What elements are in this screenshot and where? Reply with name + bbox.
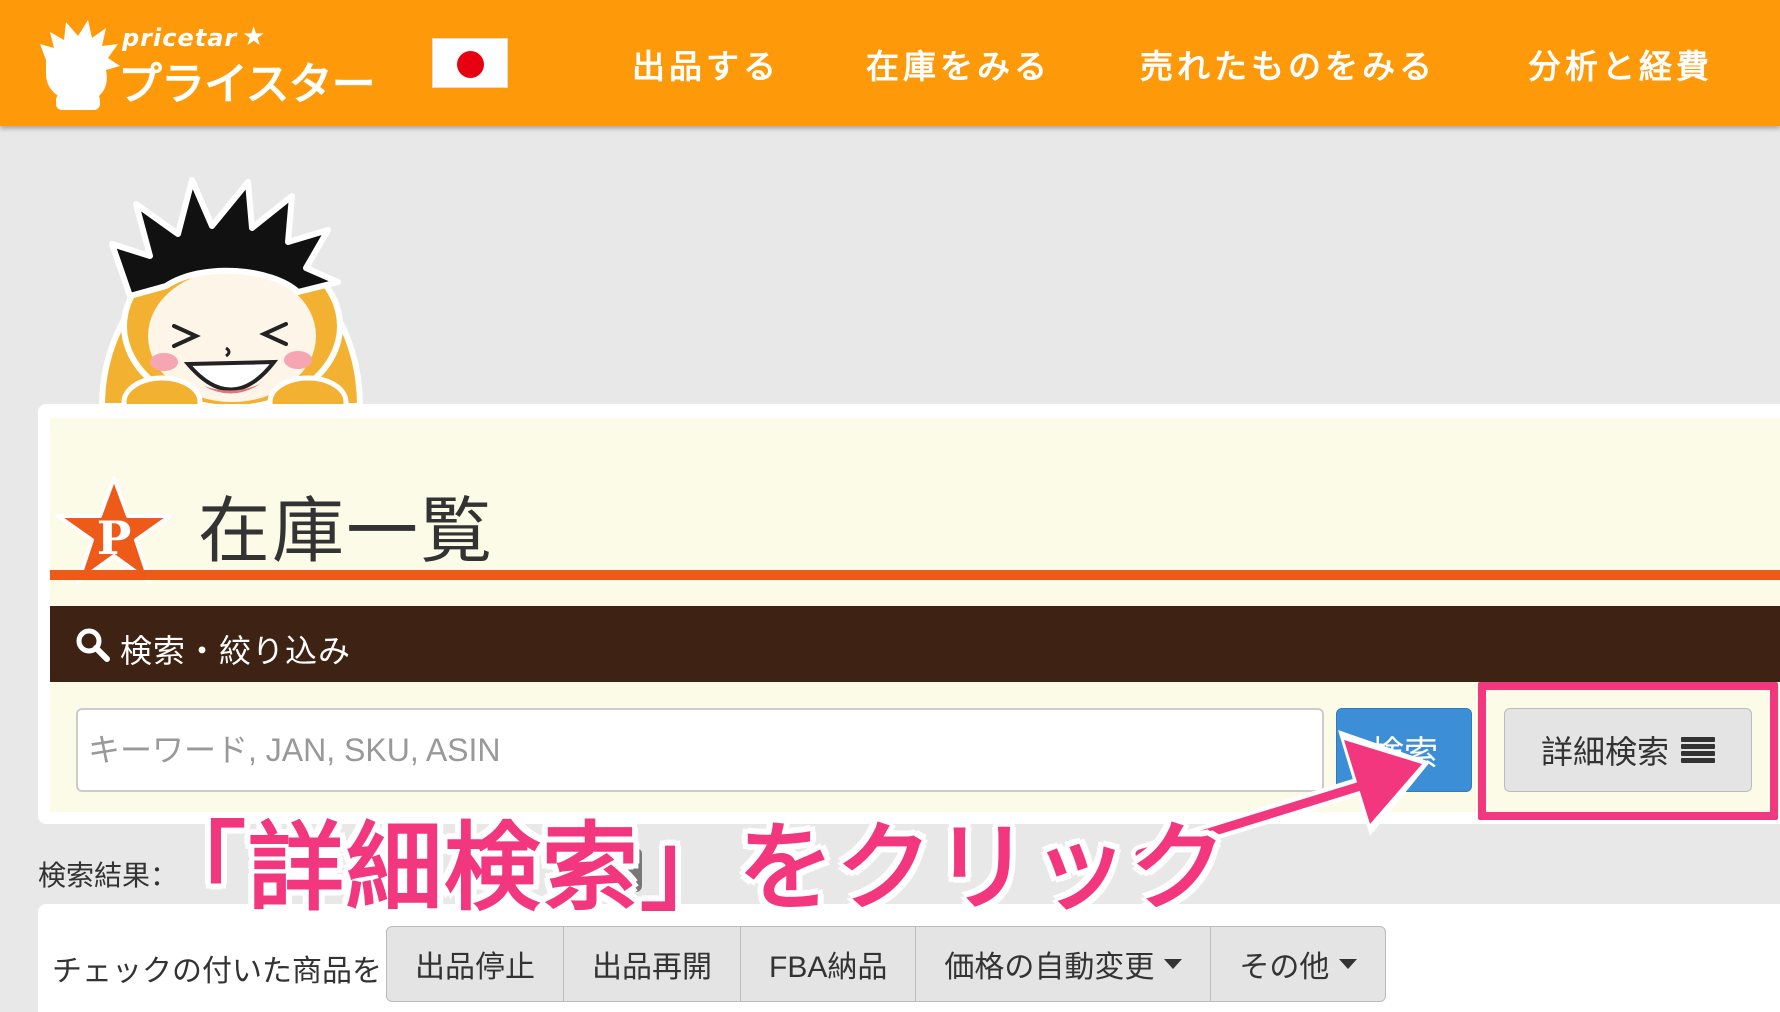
advanced-search-button[interactable]: 詳細検索 (1504, 708, 1752, 792)
other-actions-dropdown[interactable]: その他 (1211, 926, 1387, 1002)
search-filter-header[interactable]: 検索・絞り込み (50, 606, 1780, 682)
resume-listing-button[interactable]: 出品再開 (564, 926, 741, 1002)
caret-down-icon (1164, 959, 1183, 969)
logo-mascot-icon (40, 20, 120, 110)
pricetar-logo[interactable]: pricetar ★ プライスター (36, 14, 406, 110)
stop-listing-button[interactable]: 出品停止 (386, 926, 564, 1002)
auto-price-change-label: 価格の自動変更 (944, 951, 1155, 984)
other-actions-label: その他 (1239, 951, 1330, 984)
stop-listing-label: 出品停止 (415, 951, 535, 984)
bulk-action-button-group: 出品停止 出品再開 FBA納品 価格の自動変更 その他 (386, 926, 1387, 1002)
search-button[interactable]: 検索 (1336, 708, 1472, 792)
advanced-search-label: 詳細検索 (1540, 733, 1669, 771)
logo-wordmark: プライスター (118, 59, 376, 110)
nav-item-listing[interactable]: 出品する (632, 40, 780, 88)
page-title: 在庫一覧 (198, 489, 495, 573)
japan-flag-icon[interactable] (432, 38, 508, 88)
top-navigation-bar: pricetar ★ プライスター 出品する 在庫をみる 売れたものをみる 分析… (0, 0, 1780, 126)
inventory-panel-body: P 在庫一覧 検索・絞り込み 検索 詳細検索 (50, 418, 1780, 812)
nav-item-sold[interactable]: 売れたものをみる (1140, 40, 1436, 88)
caret-down-icon (1339, 959, 1358, 969)
keyword-search-input[interactable] (76, 708, 1324, 792)
bulk-action-label: チェックの付いた商品を (52, 954, 382, 989)
title-divider (50, 570, 1780, 580)
search-icon (76, 628, 110, 662)
fba-shipment-button[interactable]: FBA納品 (741, 926, 917, 1002)
mascot-character-image (98, 177, 364, 406)
badge-letter: P (97, 511, 132, 565)
auto-price-change-dropdown[interactable]: 価格の自動変更 (916, 926, 1212, 1002)
nav-item-inventory[interactable]: 在庫をみる (866, 40, 1051, 88)
search-filter-label: 検索・絞り込み (120, 632, 352, 670)
inventory-panel: P 在庫一覧 検索・絞り込み 検索 詳細検索 (38, 404, 1780, 824)
click-instruction-annotation: 「詳細検索」をクリック (150, 812, 1228, 924)
nav-item-analysis[interactable]: 分析と経費 (1528, 40, 1713, 88)
menu-lines-icon (1681, 737, 1715, 763)
fba-shipment-label: FBA納品 (769, 951, 888, 984)
resume-listing-label: 出品再開 (592, 951, 712, 984)
page-header: P 在庫一覧 (50, 418, 1780, 584)
